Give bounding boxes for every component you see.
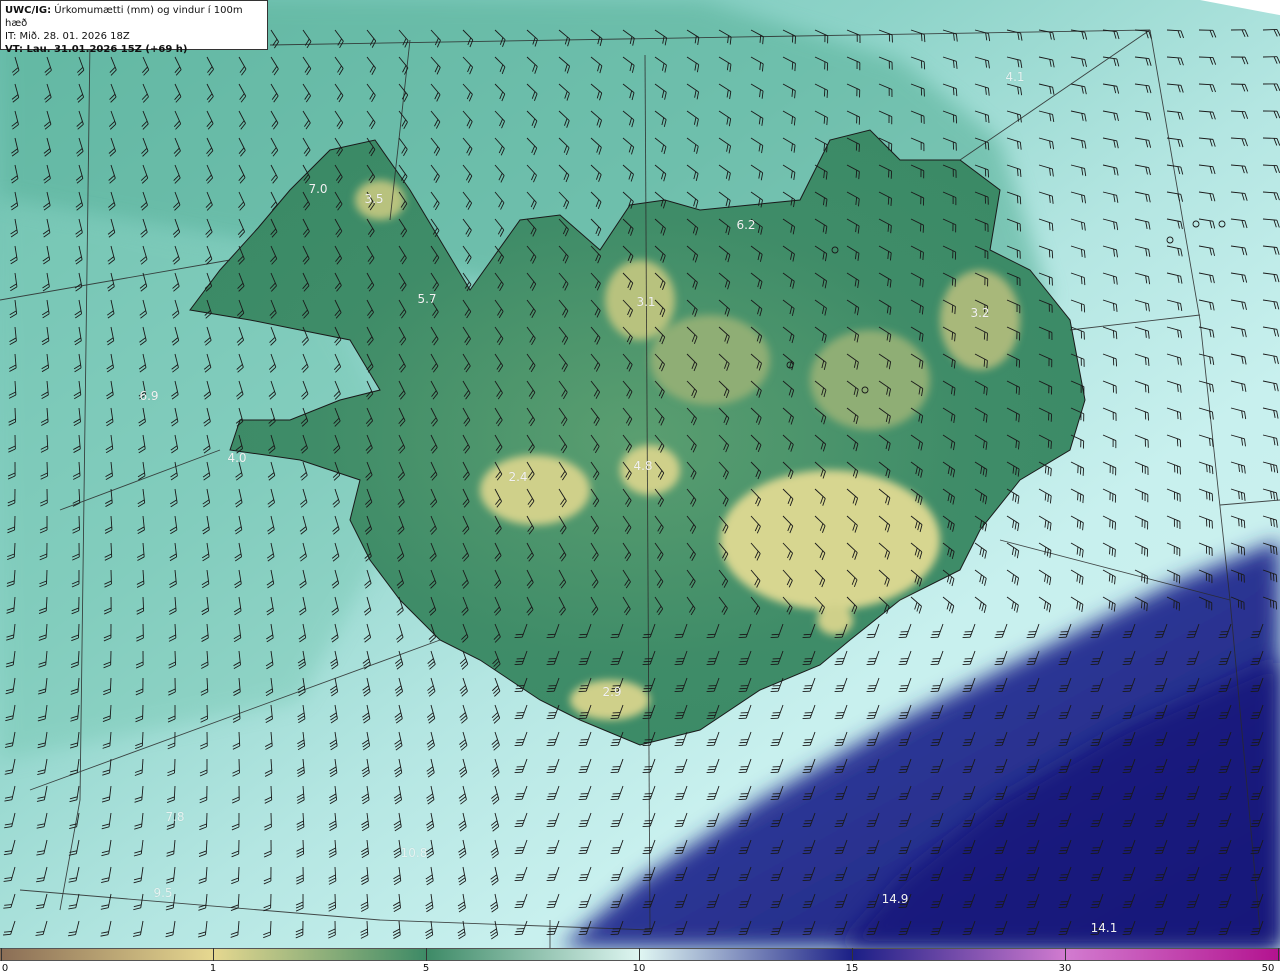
map-value-label: 6.9	[139, 389, 159, 403]
map-value-label: 4.8	[633, 459, 653, 473]
colorbar-tick-label: 5	[422, 963, 430, 974]
colorbar-tick-mark	[1, 948, 2, 961]
colorbar-tick-label: 0	[1, 963, 9, 974]
map-title-box: UWC/IG: Úrkomumætti (mm) og vindur í 100…	[0, 0, 268, 55]
product-title: UWC/IG: Úrkomumætti (mm) og vindur í 100…	[5, 5, 243, 29]
map-value-label: 5.7	[417, 292, 437, 306]
colorbar-strip	[0, 948, 1280, 961]
map-svg	[0, 0, 1280, 948]
colorbar-tick-label: 10	[632, 963, 646, 974]
colorbar-tick-label: 30	[1058, 963, 1072, 974]
map-value-label: 14.9	[881, 892, 909, 906]
colorbar-tick-label: 50	[1261, 963, 1275, 974]
valid-time: VT: Lau. 31.01.2026 15Z (+69 h)	[5, 44, 188, 55]
map-value-label: 7.8	[165, 810, 185, 824]
map-value-label: 7.0	[308, 182, 328, 196]
map-value-label: 10.8	[400, 846, 428, 860]
map-value-label: 3.5	[364, 192, 384, 206]
map-value-label: 4.1	[1005, 70, 1025, 84]
colorbar-tick-mark	[426, 948, 427, 961]
colorbar-tick-label: 15	[845, 963, 859, 974]
init-time: IT: Mið. 28. 01. 2026 18Z	[5, 31, 130, 42]
map-value-label: 3.1	[636, 295, 656, 309]
colorbar-tick-mark	[1065, 948, 1066, 961]
map-value-label: 2.9	[602, 685, 622, 699]
map-value-label: 2.4	[508, 470, 528, 484]
colorbar-tick-mark	[213, 948, 214, 961]
colorbar-tick-mark	[639, 948, 640, 961]
map-value-label: 6.2	[736, 218, 756, 232]
map-value-label: 3.2	[970, 306, 990, 320]
colorbar-tick-mark	[852, 948, 853, 961]
map-value-label: 4.0	[227, 451, 247, 465]
precip-colorbar: 0 1 5 10 15 30 50	[0, 948, 1280, 978]
map-value-label: 14.1	[1090, 921, 1118, 935]
colorbar-tick-label: 1	[209, 963, 217, 974]
precipitation-field	[0, 0, 1280, 948]
colorbar-tick-mark	[1278, 948, 1279, 961]
map-value-label: 9.5	[153, 886, 173, 900]
forecast-map: UWC/IG: Úrkomumætti (mm) og vindur í 100…	[0, 0, 1280, 948]
